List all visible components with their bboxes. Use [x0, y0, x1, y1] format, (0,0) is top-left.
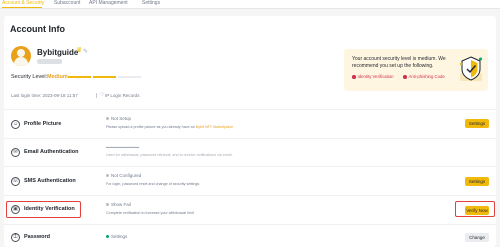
row-description: Please upload a profile picture as you a…: [106, 125, 233, 129]
page-title: Account Info: [10, 24, 65, 34]
change-password-button[interactable]: Change: [465, 232, 489, 242]
row-description: Used for withdrawal, password retrieval,…: [106, 153, 233, 157]
shield-illustration-icon: [459, 56, 482, 81]
status-dot-icon: [106, 174, 109, 177]
row-status: Not Setup: [106, 116, 131, 121]
profile-picture-settings-button[interactable]: Settings: [465, 118, 489, 128]
row-divider: [4, 224, 496, 225]
divider: [96, 93, 97, 98]
security-level-value: Medium: [47, 74, 68, 80]
highlight-box: [6, 201, 81, 218]
row-divider: [4, 166, 496, 167]
row-description: Complete verification to increase your w…: [106, 211, 194, 215]
status-dot-icon: [106, 203, 109, 206]
nft-marketplace-link[interactable]: Bybit NFT Marketplace: [196, 125, 233, 129]
banner-item-identity-verification[interactable]: Identity Verification: [352, 74, 394, 79]
security-level-segment: [93, 75, 116, 78]
security-level-label: Security Level:: [11, 74, 48, 80]
avatar-body: [14, 57, 28, 66]
banner-title: Your account security level is medium. W…: [352, 56, 446, 69]
banner-item-label: Identity Verification: [357, 74, 394, 79]
highlight-box: [455, 201, 495, 217]
row-description: For login, password reset and change of …: [106, 182, 200, 186]
status-text: Show Fail: [111, 202, 131, 207]
row-label-profile-picture: Profile Picture: [24, 121, 62, 127]
last-login-time: Last login time: 2023-09-18 11:57: [11, 93, 78, 98]
row-status: Settings: [106, 234, 127, 239]
row-status-redacted: ▬▬▬▬▬▬▬▬▬: [106, 145, 140, 149]
row-label-password: Password: [24, 234, 50, 240]
mail-icon: ✉: [11, 148, 20, 157]
status-text: Not Setup: [111, 116, 132, 121]
banner-item-label: Anti-phishing Code: [408, 74, 445, 79]
row-divider: [4, 195, 496, 196]
warning-dot-icon: [352, 75, 356, 79]
active-tab-indicator: [2, 7, 42, 8]
status-dot-icon: [106, 117, 109, 120]
vip-crown-icon: ♛: [76, 47, 83, 54]
row-label-email-authentication: Email Authentication: [24, 149, 79, 155]
tab-subaccount[interactable]: Subaccount: [54, 0, 80, 7]
lock-icon: ⚿: [11, 233, 20, 242]
banner-item-anti-phishing[interactable]: Anti-phishing Code: [403, 74, 445, 79]
uid-redacted: [37, 59, 62, 64]
status-dot-icon: [106, 235, 109, 238]
phone-icon: ☏: [11, 177, 20, 186]
security-level-segment: [118, 75, 141, 78]
avatar[interactable]: [11, 46, 31, 66]
row-status: Not Configured: [106, 173, 141, 178]
tab-bar: Account & Security Subaccount API Manage…: [0, 0, 500, 9]
security-level-segment: [68, 75, 91, 78]
tab-api-management[interactable]: API Management: [89, 0, 128, 7]
edit-icon[interactable]: ✎: [83, 48, 88, 56]
tab-account-security[interactable]: Account & Security: [2, 0, 44, 7]
row-label-sms-authentication: SMS Authentication: [24, 178, 76, 184]
status-text: Not Configured: [111, 173, 142, 178]
ip-records-icon: ♡: [100, 92, 105, 98]
tab-settings[interactable]: Settings: [142, 0, 160, 7]
username: Bybitguide: [37, 48, 79, 57]
row-divider: [4, 109, 496, 110]
row-status: Show Fail: [106, 202, 131, 207]
sms-settings-button[interactable]: Settings: [465, 176, 489, 186]
avatar-head: [17, 49, 25, 57]
status-text: Settings: [111, 234, 128, 239]
warning-dot-icon: [403, 75, 407, 79]
row-divider: [4, 138, 496, 139]
ip-login-records-link[interactable]: IP Login Records: [105, 93, 139, 98]
description-text: Please upload a profile picture as you a…: [106, 125, 196, 129]
user-icon: ☺: [11, 120, 20, 129]
